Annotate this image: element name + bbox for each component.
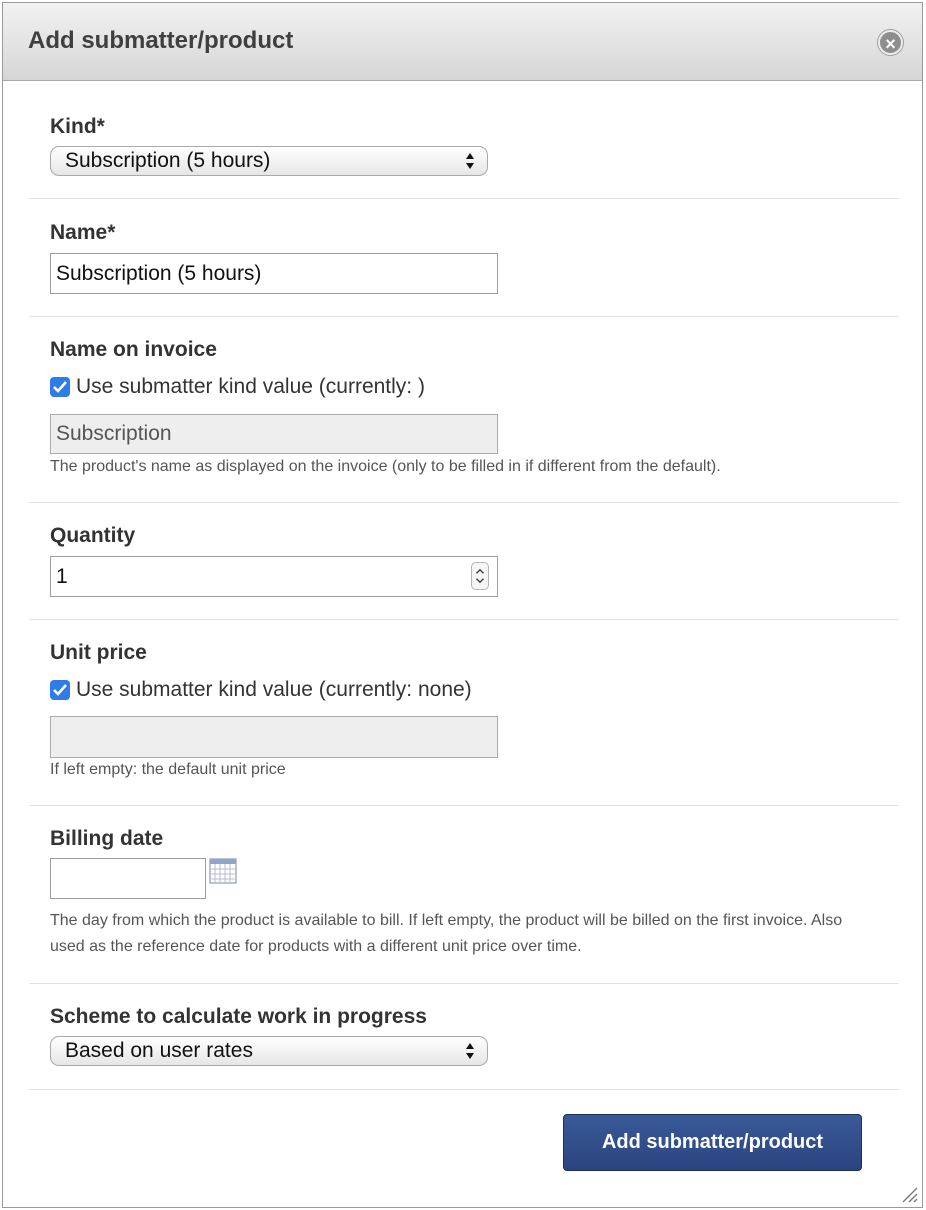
name-on-invoice-checkbox[interactable] [50, 377, 70, 397]
wip-scheme-label: Scheme to calculate work in progress [50, 1005, 427, 1028]
calendar-icon[interactable] [209, 858, 237, 884]
kind-section: Kind* Subscription (5 hours) [29, 103, 899, 199]
kind-label: Kind* [50, 115, 105, 138]
name-section: Name* Subscription (5 hours) [29, 199, 899, 317]
name-label: Name* [50, 221, 116, 244]
name-on-invoice-checkbox-label: Use submatter kind value (currently: ) [76, 375, 425, 398]
billing-date-label: Billing date [50, 827, 164, 850]
quantity-stepper[interactable] [471, 562, 489, 590]
unit-price-input[interactable] [50, 716, 498, 758]
quantity-label: Quantity [50, 524, 136, 547]
quantity-input[interactable]: 1 [50, 556, 498, 597]
stepper-arrows-icon [475, 568, 485, 584]
name-on-invoice-help: The product's name as displayed on the i… [50, 458, 721, 475]
dialog-titlebar[interactable]: Add submatter/product × [3, 3, 922, 81]
kind-select-value: Subscription (5 hours) [65, 149, 271, 172]
select-arrows-icon [466, 153, 474, 169]
unit-price-checkbox[interactable] [50, 680, 70, 700]
close-icon[interactable]: × [878, 30, 903, 55]
name-input[interactable]: Subscription (5 hours) [50, 253, 498, 294]
name-on-invoice-input[interactable]: Subscription [50, 414, 498, 454]
unit-price-help: If left empty: the default unit price [50, 761, 286, 778]
quantity-value: 1 [56, 565, 68, 588]
add-submatter-button[interactable]: Add submatter/product [563, 1114, 862, 1171]
name-on-invoice-label: Name on invoice [50, 338, 217, 361]
unit-price-section: Unit price Use submatter kind value (cur… [29, 620, 899, 806]
unit-price-checkbox-label: Use submatter kind value (currently: non… [76, 678, 472, 701]
select-arrows-icon [466, 1043, 474, 1059]
checkmark-icon [53, 381, 67, 393]
resize-handle-icon[interactable] [900, 1185, 918, 1203]
checkmark-icon [53, 684, 67, 696]
unit-price-label: Unit price [50, 641, 147, 664]
quantity-section: Quantity 1 [29, 503, 899, 620]
name-on-invoice-section: Name on invoice Use submatter kind value… [29, 317, 899, 503]
billing-date-section: Billing date The day from which the prod… [29, 806, 899, 984]
wip-scheme-select[interactable]: Based on user rates [50, 1036, 488, 1066]
billing-date-input[interactable] [50, 858, 206, 899]
billing-date-help: The day from which the product is availa… [50, 912, 843, 955]
kind-select[interactable]: Subscription (5 hours) [50, 146, 488, 176]
wip-scheme-section: Scheme to calculate work in progress Bas… [29, 984, 899, 1090]
wip-scheme-select-value: Based on user rates [65, 1039, 253, 1062]
add-submatter-dialog: Add submatter/product × Kind* Subscripti… [2, 2, 923, 1208]
dialog-title: Add submatter/product [28, 27, 294, 54]
